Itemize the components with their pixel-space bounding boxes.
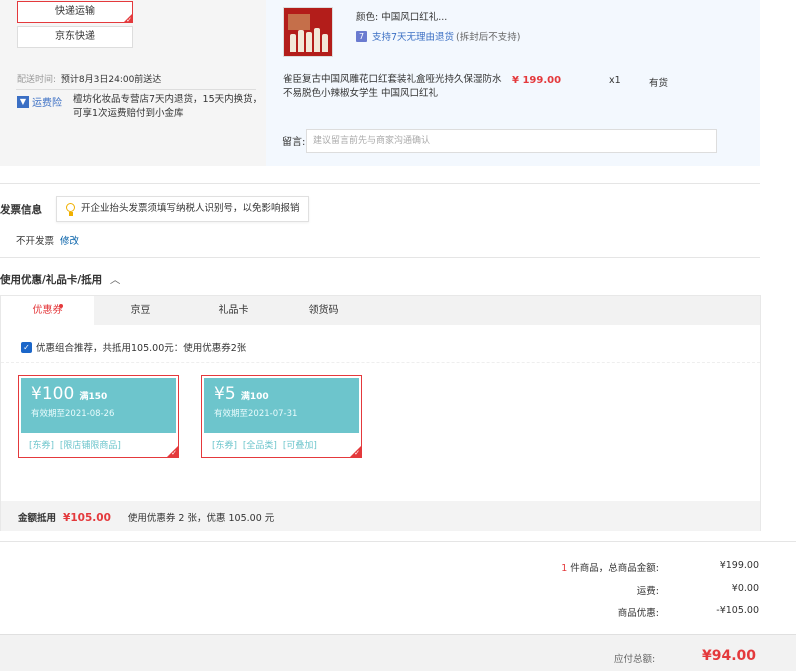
coupon-amount: ¥5: [214, 384, 236, 404]
shipping-option-express[interactable]: 快递运输 ✓: [17, 1, 133, 24]
delivery-value: 预计8月3日24:00前送达: [60, 75, 162, 85]
discount-value: -¥105.00: [716, 605, 759, 616]
coupon-expiry: 有效期至2021-07-31: [214, 409, 298, 419]
coupon-tags: [东券] [限店铺限商品]: [29, 438, 124, 451]
insurance-badge[interactable]: ▼ 运费险: [17, 94, 62, 109]
checkbox-checked-icon[interactable]: ✓: [21, 341, 32, 353]
shipping-option-jd[interactable]: 京东快递: [17, 26, 133, 48]
summary-amount: ¥105.00: [63, 512, 111, 524]
seven-day-return-icon: 7: [356, 30, 367, 42]
tab-label: 礼品卡: [218, 305, 249, 316]
coupon-tag: [全品类]: [242, 441, 277, 451]
total-goods-label: 1 件商品，总商品金额:: [459, 560, 659, 574]
product-price: ¥ 199.00: [512, 75, 562, 86]
coupon-amount: ¥100: [31, 384, 75, 404]
discount-row: 商品优惠: -¥105.00: [459, 605, 759, 619]
divider: [0, 541, 796, 542]
invoice-title: 发票信息: [0, 204, 42, 216]
shipping-option-label: 京东快递: [55, 31, 95, 42]
total-goods-value: ¥199.00: [719, 560, 759, 571]
payable-amount: ¥94.00: [702, 648, 757, 664]
tab-label: 优惠券: [32, 305, 63, 316]
divider: [0, 183, 760, 184]
insurance-desc: 檀坊化妆品专营店7天内退货，15天内换货，可享1次运费赔付到小金库: [73, 94, 263, 119]
tab-redeem-code[interactable]: 领货码: [280, 296, 367, 325]
invoice-status-text: 不开发票: [16, 236, 55, 247]
coupon-tag: [可叠加]: [282, 441, 317, 451]
insurance-label: 运费险: [32, 98, 62, 109]
coupon-tags: [东券] [全品类] [可叠加]: [212, 438, 320, 451]
new-dot-icon: [59, 304, 63, 308]
return-policy: 7 支持7天无理由退货 (拆封后不支持): [356, 29, 520, 43]
recommend-text: 优惠组合推荐，共抵用105.00元：使用优惠券2张: [36, 343, 247, 354]
color-label: 颜色:: [356, 12, 379, 23]
coupon-tag: [东券]: [29, 441, 55, 451]
product-stock: 有货: [649, 78, 669, 89]
chevron-up-icon: ︿: [109, 274, 121, 286]
delivery-time: 配送时间: 预计8月3日24:00前送达: [17, 72, 161, 85]
shield-icon: ▼: [17, 95, 29, 108]
message-label: 留言:: [282, 137, 306, 148]
recommend-checkbox-row[interactable]: ✓ 优惠组合推荐，共抵用105.00元：使用优惠券2张: [21, 340, 246, 354]
payable-label: 应付总额:: [614, 654, 656, 665]
divider: [1, 362, 760, 363]
shipping-option-label: 快递运输: [55, 6, 95, 17]
coupon-condition: 满150: [79, 392, 108, 402]
coupon-face: ¥100 满150 有效期至2021-08-26: [21, 378, 176, 433]
tab-label: 京豆: [130, 305, 151, 316]
summary-desc: 使用优惠券 2 张，优惠 105.00 元: [127, 513, 275, 524]
lightbulb-base: [69, 212, 73, 216]
message-input[interactable]: 建议留言前先与商家沟通确认: [306, 129, 717, 153]
product-image[interactable]: [283, 7, 333, 57]
coupon-summary: 金额抵用 ¥105.00 使用优惠券 2 张，优惠 105.00 元: [18, 510, 274, 524]
coupon-expiry: 有效期至2021-08-26: [31, 409, 115, 419]
payable-bar: [0, 634, 796, 671]
check-icon: ✓: [171, 449, 177, 457]
tab-label: 领货码: [308, 305, 339, 316]
tab-gift-card[interactable]: 礼品卡: [187, 296, 280, 325]
invoice-edit-link[interactable]: 修改: [60, 236, 79, 247]
coupon-title-text: 使用优惠/礼品卡/抵用: [0, 274, 103, 286]
divider: [0, 257, 760, 258]
coupon-card[interactable]: ¥5 满100 有效期至2021-07-31 [东券] [全品类] [可叠加] …: [201, 375, 362, 458]
return-policy-text: 支持7天无理由退货: [372, 32, 455, 43]
coupon-section-title[interactable]: 使用优惠/礼品卡/抵用 ︿: [0, 272, 120, 287]
product-color: 颜色: 中国风口红礼...: [356, 9, 447, 23]
shipping-fee-value: ¥0.00: [731, 583, 759, 594]
coupon-condition: 满100: [240, 392, 269, 402]
coupon-card[interactable]: ¥100 满150 有效期至2021-08-26 [东券] [限店铺限商品] ✓: [18, 375, 179, 458]
check-icon: ✓: [354, 449, 360, 457]
coupon-tag: [东券]: [212, 441, 238, 451]
product-name[interactable]: 雀臣复古中国风雕花口红套装礼盒哑光持久保湿防水不易脱色小辣椒女学生 中国风口红礼: [283, 73, 508, 101]
invoice-tip: 开企业抬头发票须填写纳税人识别号，以免影响报销: [56, 196, 309, 222]
tab-coupons[interactable]: 优惠券: [1, 296, 94, 325]
return-policy-note: (拆封后不支持): [456, 32, 521, 43]
tab-jingdou[interactable]: 京豆: [94, 296, 187, 325]
item-count-suffix: 件商品，总商品金额:: [567, 563, 659, 574]
delivery-label: 配送时间:: [17, 75, 57, 85]
coupon-face: ¥5 满100 有效期至2021-07-31: [204, 378, 359, 433]
check-icon: ✓: [126, 16, 132, 24]
shipping-fee-label: 运费:: [636, 586, 659, 597]
lightbulb-icon: [66, 203, 75, 212]
summary-label: 金额抵用: [18, 513, 57, 524]
color-value: 中国风口红礼...: [381, 12, 448, 23]
shipping-fee-row: 运费: ¥0.00: [459, 583, 759, 597]
discount-label: 商品优惠:: [617, 608, 659, 619]
divider: [16, 89, 256, 90]
product-quantity: x1: [609, 75, 621, 86]
coupon-tag: [限店铺限商品]: [59, 441, 121, 451]
invoice-tip-text: 开企业抬头发票须填写纳税人识别号，以免影响报销: [81, 203, 300, 214]
invoice-status: 不开发票 修改: [16, 233, 79, 247]
total-goods-row: 1 件商品，总商品金额: ¥199.00: [459, 560, 759, 574]
